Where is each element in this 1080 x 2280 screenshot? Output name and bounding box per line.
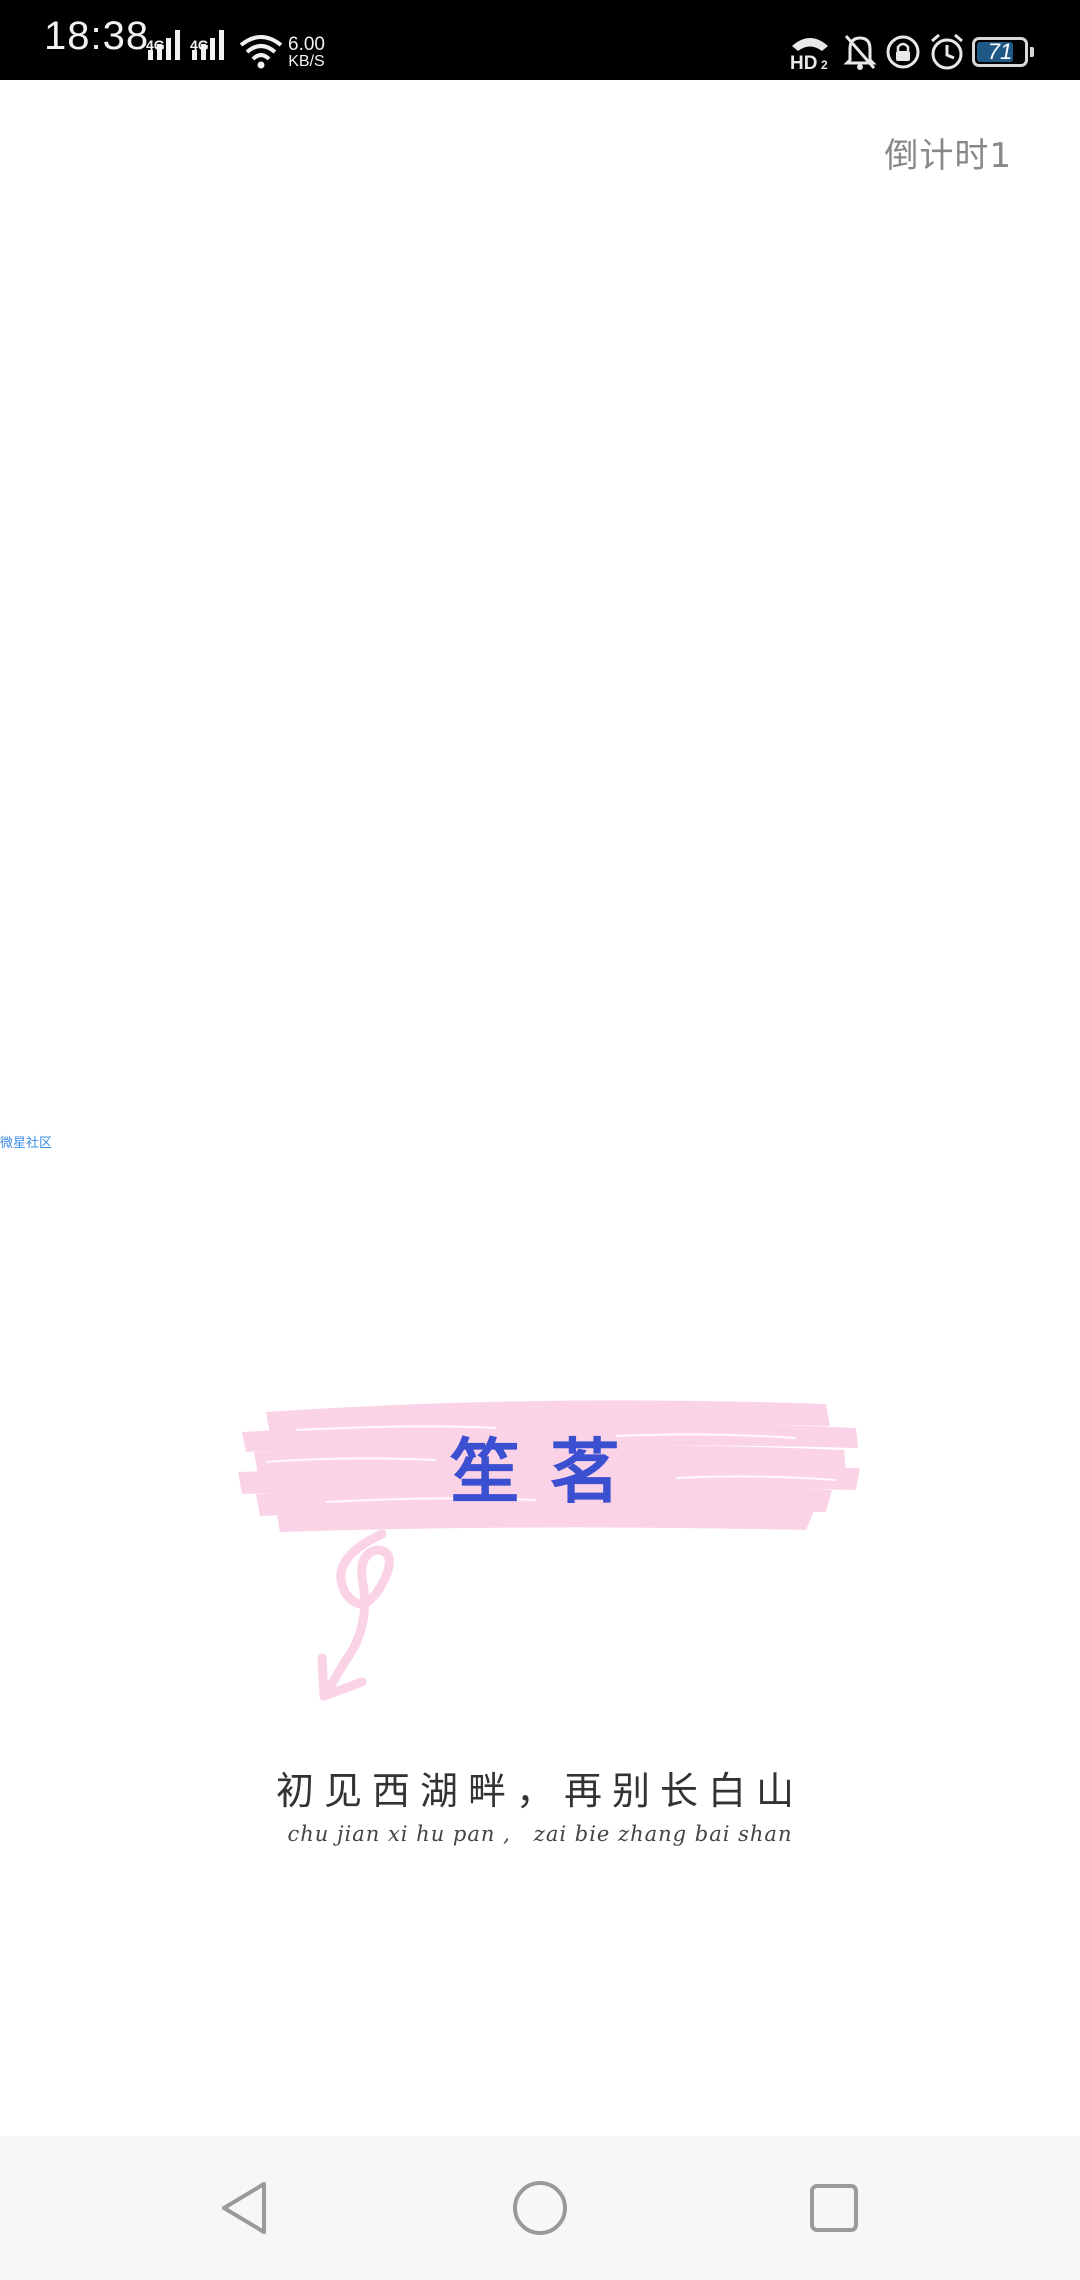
slogan-chinese: 初见西湖畔，再别长白山	[275, 1769, 804, 1813]
community-link[interactable]: 微星社区	[0, 1132, 52, 1151]
back-icon[interactable]	[200, 2162, 292, 2254]
navigation-bar	[0, 2136, 1080, 2280]
brand-title: 笙茗	[450, 1430, 650, 1513]
recents-icon[interactable]	[788, 2162, 880, 2254]
battery-tip	[1030, 47, 1034, 57]
bell-off-icon	[843, 35, 877, 70]
battery-level: 71	[987, 39, 1013, 64]
rotation-lock-icon	[886, 35, 920, 69]
svg-text:HD: HD	[790, 53, 817, 72]
splash-screen: 18:38 4G 4G 6.00 KB/S HD 2 71 倒计时1 微星社区 …	[0, 0, 1080, 2280]
hd-call-icon: HD 2	[790, 38, 828, 72]
countdown-skip-button[interactable]: 倒计时1	[884, 128, 1012, 177]
alarm-icon	[931, 33, 963, 70]
signal-icon	[192, 30, 224, 60]
wifi-icon	[239, 35, 283, 69]
slogan-pinyin: chu jian xi hu pan , zai bie zhang bai s…	[287, 1822, 793, 1846]
network-speed: 6.00 KB/S	[288, 34, 325, 70]
status-bar: 18:38 4G 4G 6.00 KB/S HD 2 71	[0, 0, 1080, 80]
signal-icon	[148, 30, 180, 60]
home-icon[interactable]	[494, 2162, 586, 2254]
battery-icon: 71	[972, 37, 1028, 67]
status-time: 18:38	[44, 14, 150, 58]
svg-text:2: 2	[821, 58, 828, 72]
